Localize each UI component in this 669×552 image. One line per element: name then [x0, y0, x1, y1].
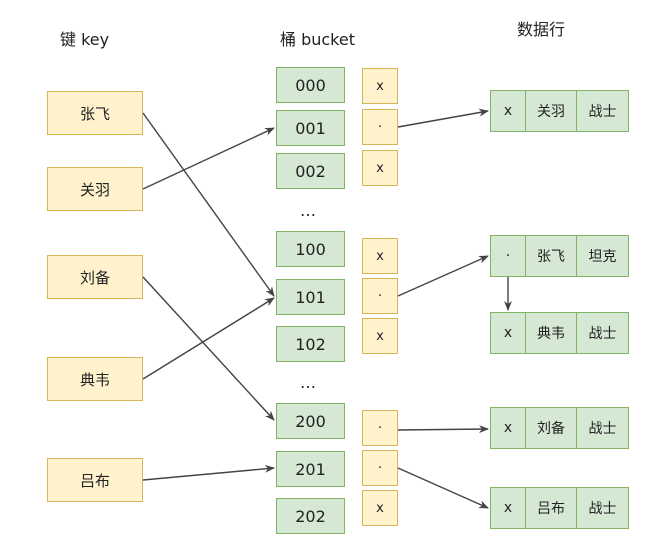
arrow-zhangfei-to-101 — [142, 112, 275, 297]
arrow-slot001-to-row-guanyu — [397, 108, 489, 128]
arrow-slot101-to-row-zhangfei — [397, 255, 489, 297]
connector-arrows — [142, 108, 512, 509]
arrow-slot200-to-row-liubei — [397, 425, 489, 434]
arrow-dianwei-to-101 — [142, 297, 275, 380]
arrow-slot201-to-row-lubu — [397, 467, 489, 509]
arrow-lubu-to-201 — [142, 464, 275, 481]
arrow-liubei-to-200 — [142, 276, 275, 421]
arrow-guanyu-to-001 — [142, 127, 275, 190]
